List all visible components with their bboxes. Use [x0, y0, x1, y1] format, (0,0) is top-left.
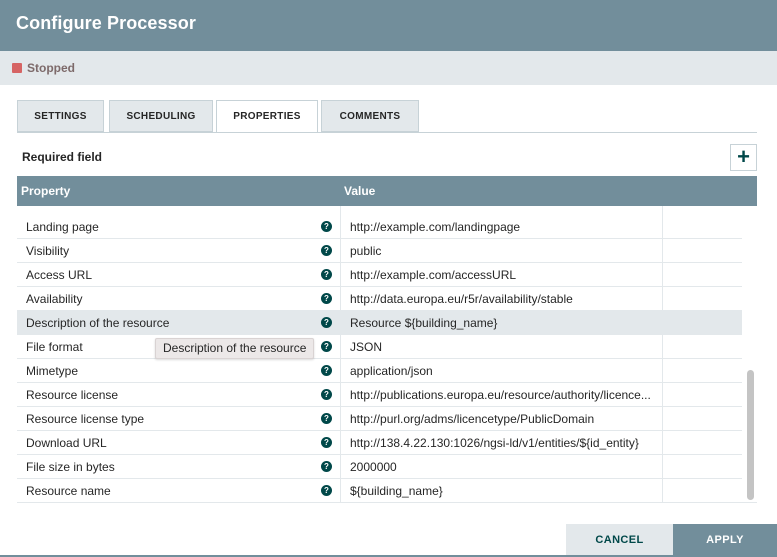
- help-icon[interactable]: ?: [321, 365, 332, 376]
- stopped-icon: [12, 63, 22, 73]
- property-row[interactable]: Availability ? http://data.europa.eu/r5r…: [17, 287, 742, 311]
- help-icon[interactable]: ?: [321, 221, 332, 232]
- property-row[interactable]: Resource license ? http://publications.e…: [17, 383, 742, 407]
- property-name: Download URL: [26, 436, 107, 450]
- help-icon[interactable]: ?: [321, 461, 332, 472]
- help-icon[interactable]: ?: [321, 245, 332, 256]
- tab-comments[interactable]: COMMENTS: [321, 100, 419, 132]
- properties-grid-header: Property Value: [17, 176, 757, 206]
- property-name: Resource license type: [26, 412, 145, 426]
- help-icon[interactable]: ?: [321, 341, 332, 352]
- status-bar: Stopped: [0, 51, 777, 85]
- property-value[interactable]: http://example.com/landingpage: [350, 220, 660, 234]
- property-value[interactable]: http://example.com/accessURL: [350, 268, 660, 282]
- property-row[interactable]: Resource license type ? http://purl.org/…: [17, 407, 742, 431]
- tab-properties[interactable]: PROPERTIES: [216, 100, 318, 133]
- help-icon[interactable]: ?: [321, 413, 332, 424]
- dialog-header: Configure Processor: [0, 0, 777, 51]
- property-row[interactable]: Resource name ? ${building_name}: [17, 479, 742, 502]
- property-row[interactable]: Visibility ? public: [17, 239, 742, 263]
- property-value[interactable]: application/json: [350, 364, 660, 378]
- property-name: Resource name: [26, 484, 111, 498]
- property-row[interactable]: Landing page ? http://example.com/landin…: [17, 215, 742, 239]
- property-value[interactable]: http://publications.europa.eu/resource/a…: [350, 388, 660, 402]
- properties-grid: Landing page ? http://example.com/landin…: [17, 206, 757, 503]
- property-name: Resource license: [26, 388, 119, 402]
- add-property-button[interactable]: +: [730, 144, 757, 171]
- property-name: Availability: [26, 292, 83, 306]
- help-icon[interactable]: ?: [321, 437, 332, 448]
- property-row[interactable]: File size in bytes ? 2000000: [17, 455, 742, 479]
- property-value[interactable]: JSON: [350, 340, 660, 354]
- tab-divider: [17, 132, 757, 133]
- property-value[interactable]: http://138.4.22.130:1026/ngsi-ld/v1/enti…: [350, 436, 660, 450]
- tab-scheduling[interactable]: SCHEDULING: [109, 100, 213, 132]
- property-value[interactable]: 2000000: [350, 460, 660, 474]
- property-name: Mimetype: [26, 364, 79, 378]
- help-icon[interactable]: ?: [321, 389, 332, 400]
- cancel-button[interactable]: CANCEL: [566, 524, 673, 557]
- help-icon[interactable]: ?: [321, 317, 332, 328]
- property-row[interactable]: Download URL ? http://138.4.22.130:1026/…: [17, 431, 742, 455]
- grid-scrollbar-thumb[interactable]: [747, 370, 754, 500]
- column-header-property[interactable]: Property: [21, 184, 70, 198]
- required-field-label: Required field: [22, 150, 103, 164]
- dialog-title: Configure Processor: [16, 13, 196, 33]
- property-value[interactable]: public: [350, 244, 660, 258]
- apply-button[interactable]: APPLY: [673, 524, 777, 557]
- property-row-selected[interactable]: Description of the resource ? Resource $…: [17, 311, 742, 335]
- property-value[interactable]: http://data.europa.eu/r5r/availability/s…: [350, 292, 660, 306]
- property-row[interactable]: File format ? JSON: [17, 335, 742, 359]
- help-icon[interactable]: ?: [321, 485, 332, 496]
- property-name: Visibility: [26, 244, 70, 258]
- tab-settings[interactable]: SETTINGS: [17, 100, 104, 132]
- property-row[interactable]: Access URL ? http://example.com/accessUR…: [17, 263, 742, 287]
- property-value[interactable]: ${building_name}: [350, 484, 660, 498]
- property-name: Description of the resource: [26, 316, 170, 330]
- property-value[interactable]: Resource ${building_name}: [350, 316, 660, 330]
- property-tooltip: Description of the resource: [155, 338, 315, 359]
- property-name: Landing page: [26, 220, 99, 234]
- column-header-value[interactable]: Value: [344, 184, 375, 198]
- help-icon[interactable]: ?: [321, 269, 332, 280]
- property-value[interactable]: http://purl.org/adms/licencetype/PublicD…: [350, 412, 660, 426]
- status-label: Stopped: [27, 61, 75, 75]
- property-row[interactable]: Mimetype ? application/json: [17, 359, 742, 383]
- property-name: File size in bytes: [26, 460, 115, 474]
- property-name: Access URL: [26, 268, 93, 282]
- help-icon[interactable]: ?: [321, 293, 332, 304]
